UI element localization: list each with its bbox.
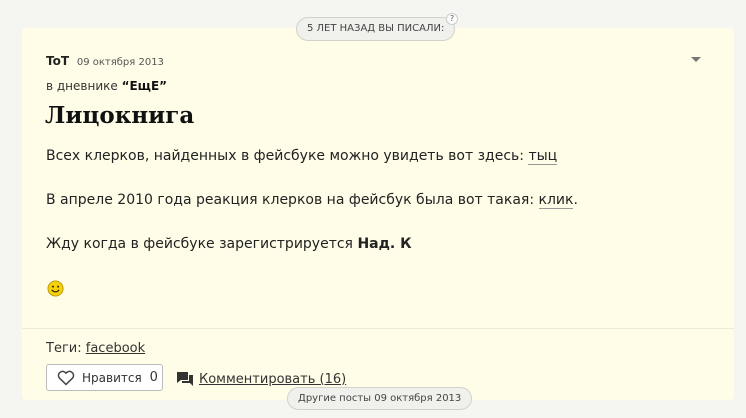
tags-line: Теги: facebook <box>46 341 145 356</box>
post-paragraph-1: Всех клерков, найденных в фейсбуке можно… <box>46 148 558 165</box>
bold-name: Над. К <box>357 236 412 252</box>
other-posts-button[interactable]: Другие посты 09 октября 2013 <box>287 387 473 410</box>
like-count: 0 <box>149 370 158 385</box>
post-author[interactable]: ToT <box>46 54 69 68</box>
diary-prefix: в дневнике <box>46 79 118 93</box>
smiley-icon <box>47 280 64 297</box>
heart-icon <box>57 370 75 385</box>
paragraph-text: В апреле 2010 года реакция клерков на фе… <box>46 192 539 208</box>
paragraph-end: . <box>573 192 578 208</box>
paragraph-text: Всех клерков, найденных в фейсбуке можно… <box>46 148 529 164</box>
post-paragraph-2: В апреле 2010 года реакция клерков на фе… <box>46 192 578 209</box>
diary-name-link[interactable]: “ЕщЕ” <box>122 79 167 93</box>
diary-line: в дневнике “ЕщЕ” <box>46 79 167 93</box>
years-ago-pill: 5 ЛЕТ НАЗАД ВЫ ПИСАЛИ: <box>296 17 456 41</box>
post-title: Лицокнига <box>45 102 195 129</box>
comment-link[interactable]: Комментировать (16) <box>199 372 346 387</box>
comments-icon <box>177 372 193 386</box>
post-paragraph-3: Жду когда в фейсбуке зарегистрируется На… <box>46 236 412 252</box>
post-header: ToT 09 октября 2013 <box>46 54 164 68</box>
help-icon[interactable]: ? <box>446 13 458 25</box>
tyts-link[interactable]: тыц <box>528 148 558 165</box>
post-menu-chevron-down-icon[interactable] <box>691 57 701 62</box>
card-divider <box>22 328 734 329</box>
tag-facebook-link[interactable]: facebook <box>86 341 145 356</box>
like-button[interactable]: Нравится 0 <box>46 364 163 391</box>
post-date: 09 октября 2013 <box>76 57 164 68</box>
paragraph-text: Жду когда в фейсбуке зарегистрируется <box>46 236 358 252</box>
tags-label: Теги: <box>46 341 82 356</box>
comment-area: Комментировать (16) <box>176 371 346 387</box>
klik-link[interactable]: клик <box>538 192 574 209</box>
like-label: Нравится <box>82 370 142 385</box>
post-card: ToT 09 октября 2013 в дневнике “ЕщЕ” Лиц… <box>22 28 734 400</box>
